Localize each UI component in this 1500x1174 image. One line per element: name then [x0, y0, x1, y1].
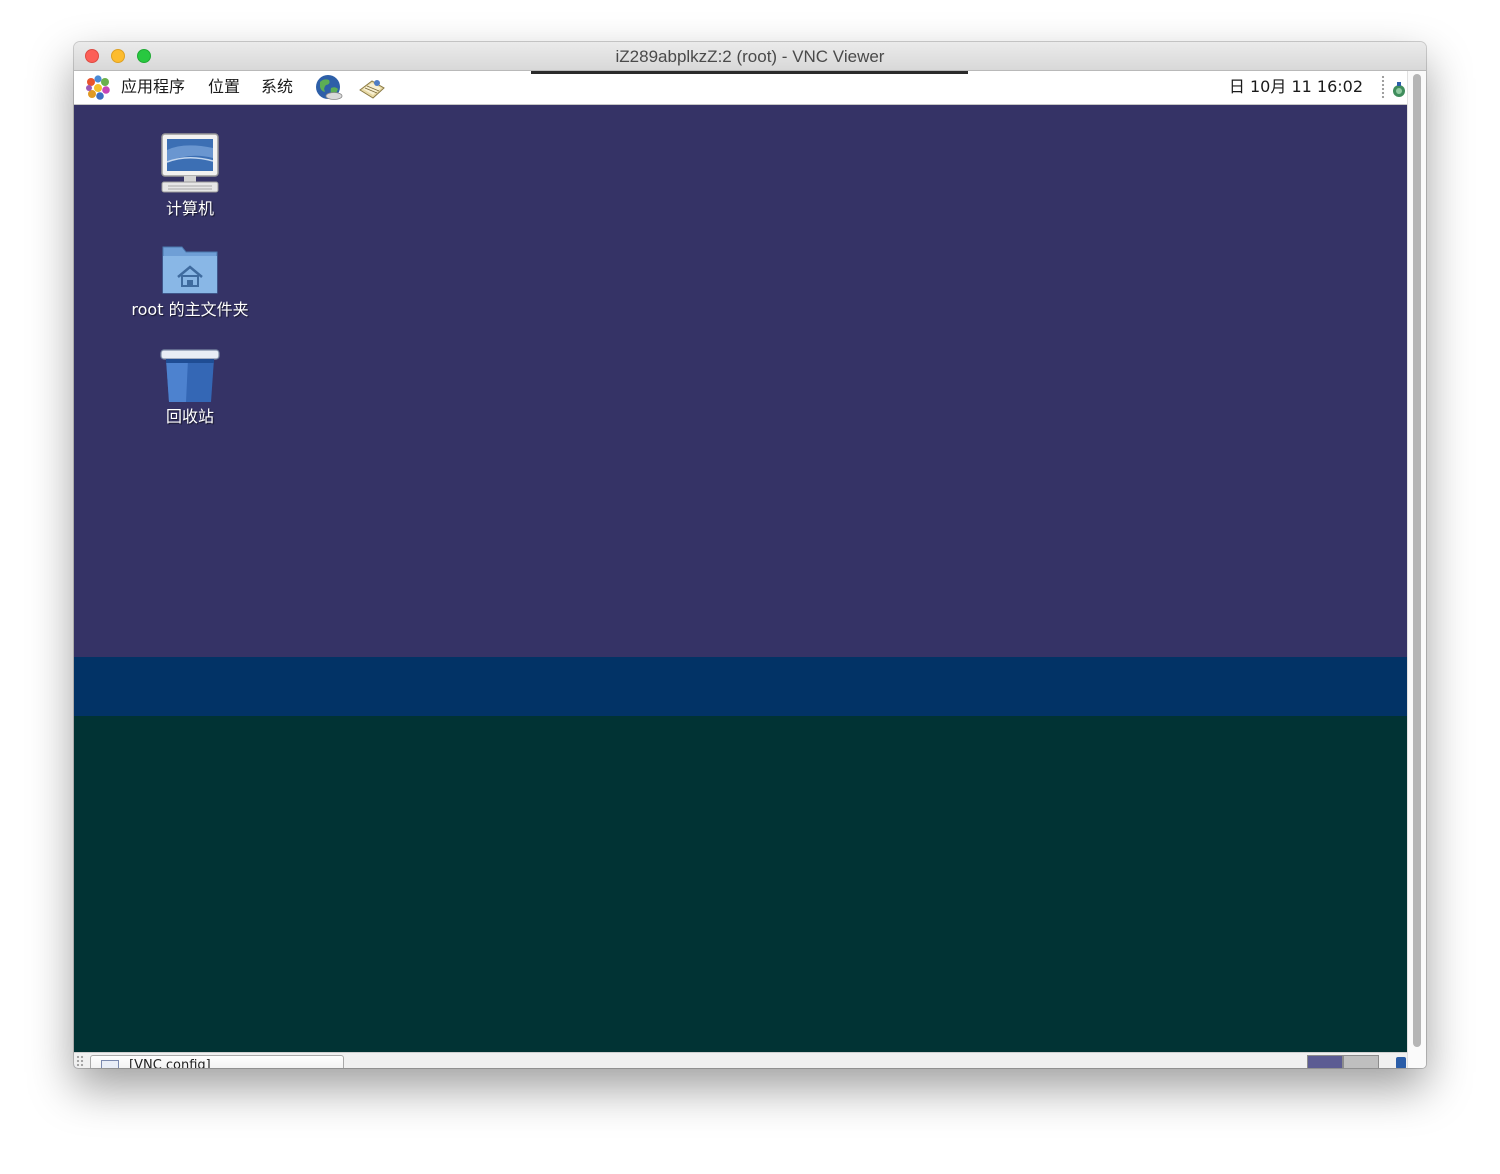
desktop-icon-computer[interactable]: 计算机 — [110, 132, 270, 219]
desktop-icon-home-folder[interactable]: root 的主文件夹 — [110, 243, 270, 320]
applications-menu[interactable]: 应用程序 — [121, 77, 185, 97]
places-menu[interactable]: 位置 — [208, 77, 240, 97]
desktop-icon-label: root 的主文件夹 — [131, 300, 249, 319]
remote-desktop[interactable]: 应用程序 位置 系统 日 10月 11 16:02 计算机 root 的主文件夹… — [74, 71, 1407, 1068]
desktop-icon-label: 回收站 — [165, 407, 214, 426]
computer-icon — [161, 133, 219, 193]
panel-handle[interactable] — [1381, 75, 1385, 99]
gnome-foot-logo-icon[interactable] — [84, 74, 112, 101]
mail-client-icon[interactable] — [357, 73, 387, 103]
desktop-background-band — [74, 657, 1407, 716]
home-folder-icon — [162, 246, 218, 294]
network-tray-icon[interactable] — [1391, 81, 1407, 99]
gnome-top-panel: 应用程序 位置 系统 日 10月 11 16:02 — [74, 71, 1407, 105]
desktop-icon-label: 计算机 — [165, 199, 214, 218]
bottom-panel-handle[interactable] — [76, 1055, 84, 1067]
panel-clock[interactable]: 日 10月 11 16:02 — [1229, 77, 1363, 97]
vertical-scrollbar[interactable] — [1407, 71, 1426, 1068]
workspace-switcher-2[interactable] — [1343, 1055, 1379, 1068]
workspace-switcher-1[interactable] — [1307, 1055, 1343, 1068]
trash-icon — [160, 349, 220, 402]
taskbar-window-button[interactable]: [VNC config] — [90, 1055, 344, 1068]
desktop-icon-trash[interactable]: 回收站 — [110, 348, 270, 427]
vnc-viewer-window: iZ289abplkzZ:2 (root) - VNC Viewer 应用程序 … — [74, 42, 1426, 1068]
taskbar-window-label: [VNC config] — [129, 1058, 211, 1069]
scrollbar-thumb[interactable] — [1413, 74, 1421, 1047]
gnome-bottom-panel: [VNC config] — [74, 1052, 1407, 1068]
system-menu[interactable]: 系统 — [261, 77, 293, 97]
web-browser-globe-icon[interactable] — [314, 73, 344, 103]
window-title: iZ289abplkzZ:2 (root) - VNC Viewer — [615, 47, 885, 66]
window-icon — [101, 1060, 119, 1068]
window-titlebar[interactable]: iZ289abplkzZ:2 (root) - VNC Viewer — [74, 42, 1426, 71]
panel-drag-line — [531, 71, 968, 74]
desktop-background-lower — [74, 716, 1407, 1052]
trash-applet-icon[interactable] — [1396, 1057, 1406, 1068]
